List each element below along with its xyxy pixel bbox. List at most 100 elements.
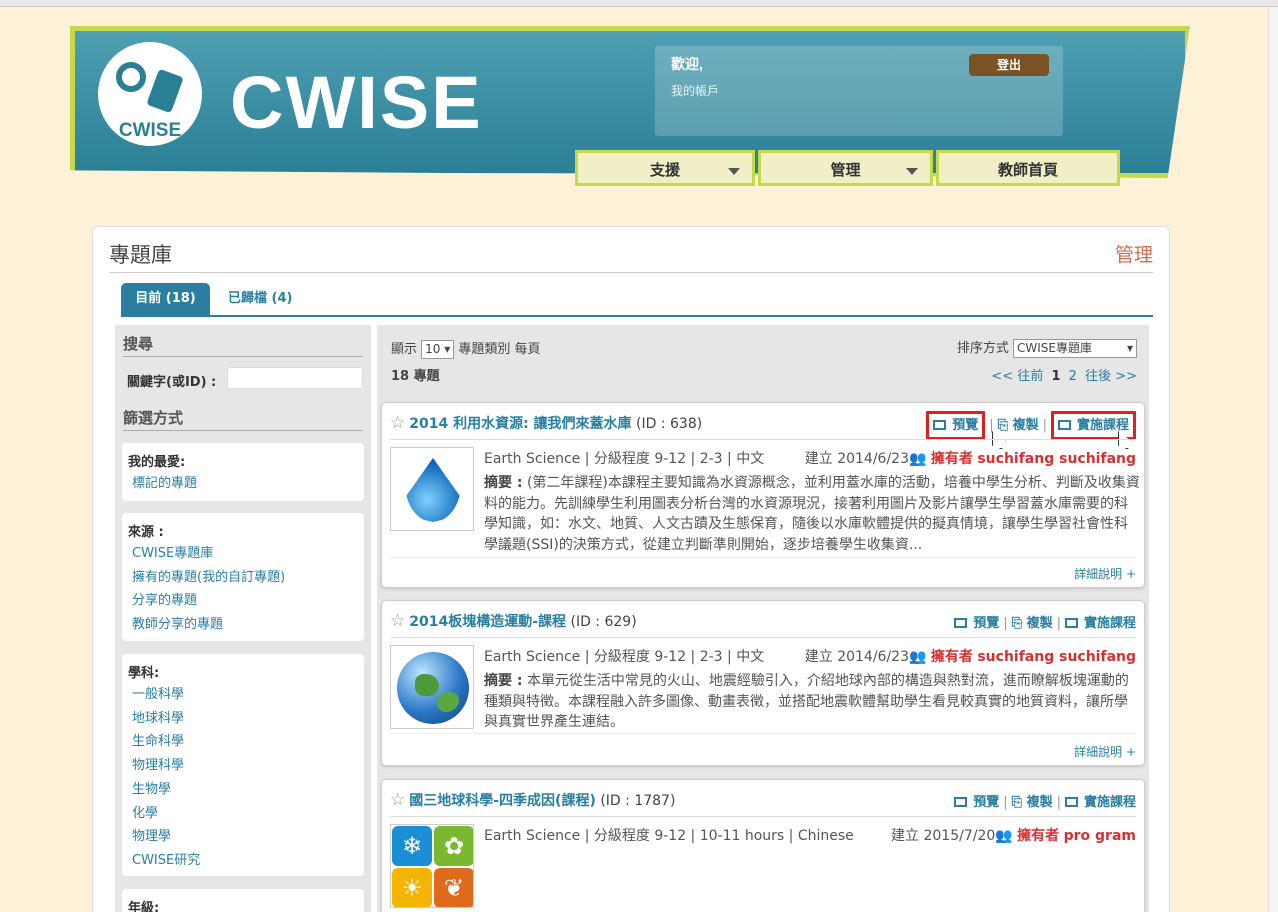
filter-item-biology[interactable]: 生物學 xyxy=(122,778,364,802)
created-date: 2014/6/23 xyxy=(837,649,909,665)
nav-teacher-home-label: 教師首頁 xyxy=(997,161,1058,179)
run-label: 實施課程 xyxy=(1083,795,1136,810)
per-page-control: 顯示 10 ▾ 專題類別 每頁 xyxy=(391,338,541,359)
keyword-input[interactable] xyxy=(227,367,363,389)
owner-name: pro gram xyxy=(1063,828,1136,844)
laptop-icon xyxy=(1064,797,1078,807)
filter-item-chemistry[interactable]: 化學 xyxy=(122,802,364,826)
copy-label: 複製 xyxy=(1026,795,1053,810)
more-details-link[interactable]: 詳細說明 + xyxy=(1074,743,1136,760)
project-card: ☆ 國三地球科學-四季成因(課程) (ID : 1787) 預覽 | ⎘ 複製 | 實施課… xyxy=(381,779,1145,912)
pager-prev[interactable]: << 往前 xyxy=(991,369,1043,384)
filter-item-shared[interactable]: 分享的專題 xyxy=(122,589,364,613)
created-date: 2014/6/23 xyxy=(837,451,909,467)
run-label: 實施課程 xyxy=(1083,616,1136,631)
per-page-suffix: 專題類別 每頁 xyxy=(458,342,541,357)
nav-manage[interactable]: 管理 xyxy=(758,150,933,186)
run-label: 實施課程 xyxy=(1076,418,1129,433)
leaf-icon: ❦ xyxy=(434,868,473,907)
owner-name: suchifang suchifang xyxy=(977,451,1136,467)
star-icon[interactable]: ☆ xyxy=(390,790,405,810)
filter-item-cwise-research[interactable]: CWISE研究 xyxy=(122,849,364,873)
copy-button[interactable]: ⎘ 複製 xyxy=(1012,795,1053,810)
monitor-icon xyxy=(954,618,968,628)
pager-page-2[interactable]: 2 xyxy=(1069,369,1077,384)
monitor-icon xyxy=(933,420,947,430)
welcome-text: 歡迎, xyxy=(671,56,703,72)
divider xyxy=(390,816,1136,817)
run-lesson-button[interactable]: 實施課程 xyxy=(1064,616,1136,631)
star-icon[interactable]: ☆ xyxy=(390,611,405,631)
nav-support[interactable]: 支援 xyxy=(575,150,755,186)
more-details-link[interactable]: 詳細說明 + xyxy=(1074,565,1136,582)
filter-item-owned[interactable]: 擁有的專題(我的自訂專題) xyxy=(122,566,364,590)
filter-item-life-science[interactable]: 生命科學 xyxy=(122,730,364,754)
sort-label: 排序方式 xyxy=(956,341,1009,356)
owner-icon: 👥 xyxy=(909,451,927,467)
manage-link[interactable]: 管理 xyxy=(1115,240,1153,267)
owner-name: suchifang suchifang xyxy=(977,649,1136,665)
project-actions: 預覽 | ⎘ 複製 | 實施課程 xyxy=(954,612,1136,631)
copy-button[interactable]: ⎘ 複製 xyxy=(998,418,1039,433)
preview-button[interactable]: 預覽 xyxy=(954,795,999,810)
divider xyxy=(390,439,1136,440)
created-label: 建立 xyxy=(804,451,833,467)
project-thumbnail[interactable] xyxy=(390,447,474,531)
sort-select[interactable]: CWISE專題庫 ▾ xyxy=(1013,339,1137,358)
project-card: ☆ 2014板塊構造運動-課程 (ID : 629) 預覽 | ⎘ 複製 | 實施課程 E… xyxy=(381,600,1145,766)
copy-button[interactable]: ⎘ 複製 xyxy=(1012,616,1053,631)
chevron-down-icon xyxy=(728,168,740,175)
divider xyxy=(390,733,1136,734)
created-label: 建立 xyxy=(891,828,920,844)
project-thumbnail[interactable]: ❄ ✿ ☀ ❦ xyxy=(390,824,474,908)
filter-item-general-science[interactable]: 一般科學 xyxy=(122,683,364,707)
nav-teacher-home[interactable]: 教師首頁 xyxy=(936,150,1120,186)
per-page-select[interactable]: 10 ▾ xyxy=(421,340,455,359)
cwise-logo[interactable]: CWISE xyxy=(98,42,202,146)
logout-button[interactable]: 登出 xyxy=(969,54,1049,76)
planet-icon xyxy=(116,62,146,92)
project-card: ☆ 2014 利用水資源: 讓我們來蓋水庫 (ID : 638) 預覽 | ⎘ 複製 |… xyxy=(381,402,1145,588)
project-title-line: ☆ 2014 利用水資源: 讓我們來蓋水庫 (ID : 638) xyxy=(390,413,703,433)
filter-item-teacher-shared[interactable]: 教師分享的專題 xyxy=(122,613,364,637)
owner-icon: 👥 xyxy=(909,649,927,665)
project-created: 建立 2015/7/20👥 擁有者 pro gram xyxy=(891,825,1136,845)
filter-item-bookmarked[interactable]: 標記的專題 xyxy=(122,472,364,496)
preview-button[interactable]: 預覽 xyxy=(954,616,999,631)
tab-current[interactable]: 目前 (18) xyxy=(121,283,210,315)
project-abstract: 摘要 : (第二年課程)本課程主要知識為水資源概念，並利用蓋水庫的活動，培養中學… xyxy=(484,473,1140,555)
filter-item-physical-science[interactable]: 物理科學 xyxy=(122,754,364,778)
grade-heading: 年級: xyxy=(128,901,160,912)
copy-icon: ⎘ xyxy=(1011,795,1027,810)
sort-value: CWISE專題庫 xyxy=(1017,341,1092,355)
filter-item-cwise-library[interactable]: CWISE專題庫 xyxy=(122,542,364,566)
project-thumbnail[interactable] xyxy=(390,645,474,729)
copy-icon: ⎘ xyxy=(1011,616,1027,631)
filter-item-earth-science[interactable]: 地球科學 xyxy=(122,707,364,731)
project-title[interactable]: 2014 利用水資源: 讓我們來蓋水庫 xyxy=(409,416,631,432)
pager-next[interactable]: 往後 >> xyxy=(1085,369,1137,384)
filter-item-physics[interactable]: 物理學 xyxy=(122,825,364,849)
copy-icon: ⎘ xyxy=(997,418,1013,433)
filter-heading: 篩選方式 xyxy=(123,409,184,427)
tab-archived[interactable]: 已歸檔 (4) xyxy=(228,283,292,315)
scrollbar[interactable] xyxy=(1268,7,1278,912)
preview-button[interactable]: 預覽 xyxy=(926,411,986,440)
title-divider xyxy=(109,272,1153,273)
page-title: 專題庫 xyxy=(109,243,172,267)
source-heading: 來源 : xyxy=(128,525,164,540)
owner-label: 擁有者 xyxy=(930,451,973,467)
snowflake-icon: ❄ xyxy=(392,826,432,866)
project-id: 638 xyxy=(670,416,697,432)
project-meta: Earth Science | 分級程度 9-12 | 2-3 | 中文 xyxy=(484,451,765,467)
star-icon[interactable]: ☆ xyxy=(390,413,405,433)
divider xyxy=(390,557,1136,558)
project-title[interactable]: 國三地球科學-四季成因(課程) xyxy=(409,793,596,809)
site-header: CWISE CWISE 歡迎, 我的帳戶 登出 支援 管理 教師首頁 xyxy=(70,26,1190,186)
divider xyxy=(390,637,1136,638)
flower-icon: ✿ xyxy=(434,826,473,866)
run-lesson-button[interactable]: 實施課程 xyxy=(1064,795,1136,810)
hand-cursor-icon xyxy=(992,431,1006,449)
my-account-link[interactable]: 我的帳戶 xyxy=(671,82,719,99)
project-title[interactable]: 2014板塊構造運動-課程 xyxy=(409,614,566,630)
